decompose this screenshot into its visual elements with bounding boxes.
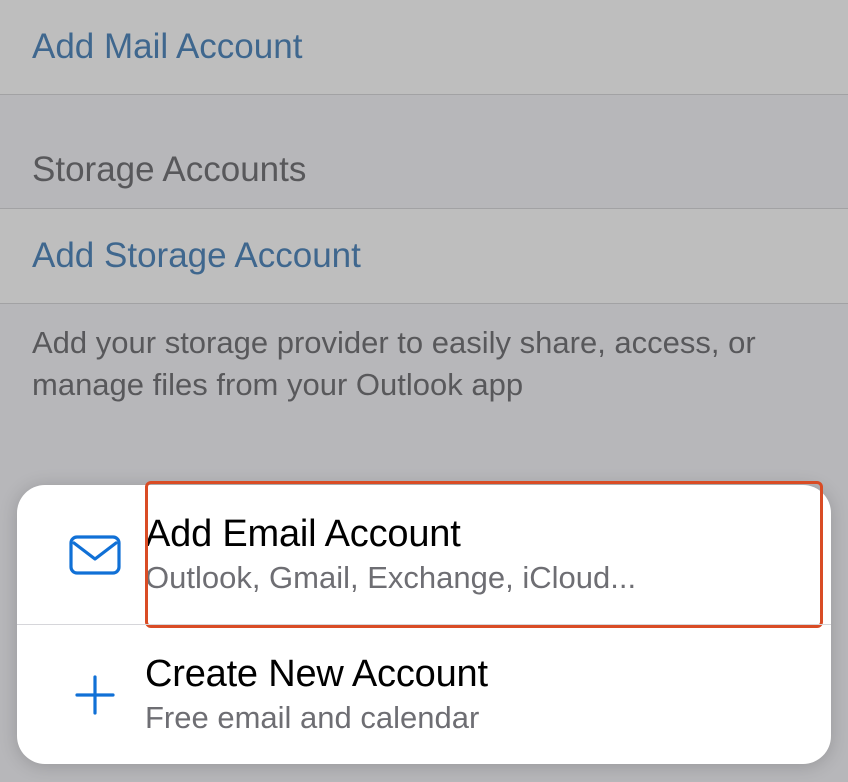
add-storage-account-row[interactable]: Add Storage Account [0, 208, 848, 304]
create-new-account-item[interactable]: Create New Account Free email and calend… [17, 624, 831, 764]
plus-icon [45, 673, 145, 717]
create-new-account-subtitle: Free email and calendar [145, 700, 488, 736]
add-storage-account-label: Add Storage Account [32, 236, 361, 275]
storage-accounts-footer: Add your storage provider to easily shar… [0, 304, 848, 428]
add-email-account-title: Add Email Account [145, 513, 636, 556]
mail-icon [45, 535, 145, 575]
storage-accounts-header: Storage Accounts [0, 95, 848, 208]
settings-list: Add Mail Account Storage Accounts Add St… [0, 0, 848, 428]
add-mail-account-row[interactable]: Add Mail Account [0, 0, 848, 95]
mail-accounts-section: Add Mail Account [0, 0, 848, 95]
storage-accounts-section: Add Storage Account [0, 208, 848, 304]
create-new-account-title: Create New Account [145, 653, 488, 696]
add-email-account-subtitle: Outlook, Gmail, Exchange, iCloud... [145, 560, 636, 596]
add-account-action-sheet: Add Email Account Outlook, Gmail, Exchan… [17, 485, 831, 764]
add-mail-account-label: Add Mail Account [32, 27, 302, 66]
add-email-account-text: Add Email Account Outlook, Gmail, Exchan… [145, 513, 636, 596]
add-email-account-item[interactable]: Add Email Account Outlook, Gmail, Exchan… [17, 485, 831, 624]
create-new-account-text: Create New Account Free email and calend… [145, 653, 488, 736]
